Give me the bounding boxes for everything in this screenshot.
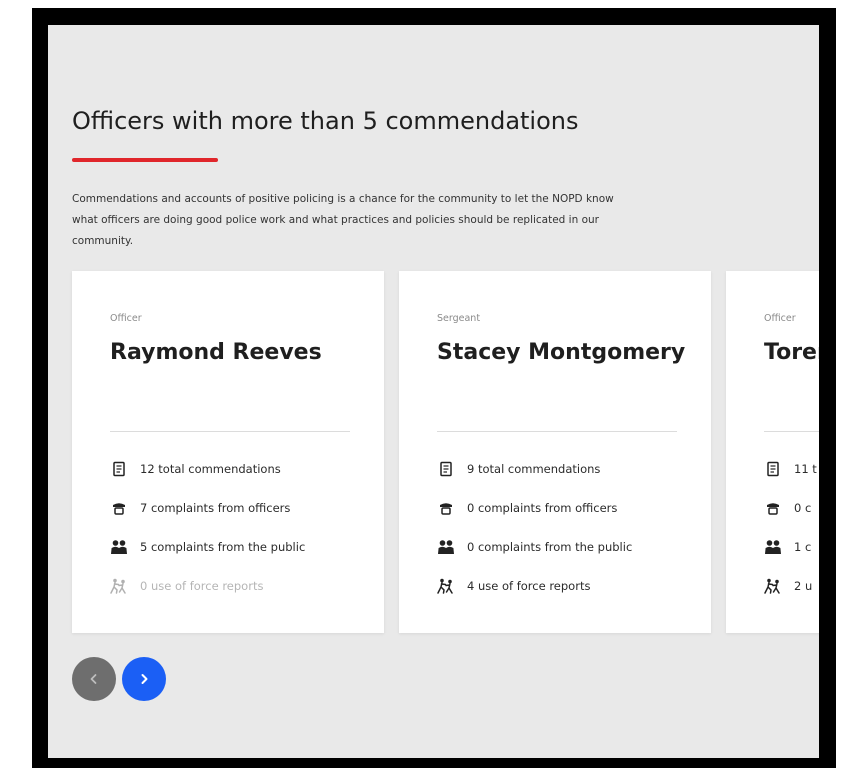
stat-public-complaints-text: 0 complaints from the public	[467, 539, 633, 554]
officer-name[interactable]: Raymond Reeves	[110, 335, 370, 371]
card-divider	[764, 431, 819, 432]
title-underline	[72, 158, 218, 162]
chevron-left-icon	[90, 674, 97, 684]
stat-commendations: 12 total commendations	[110, 449, 305, 488]
stat-force-reports-text: 4 use of force reports	[467, 578, 591, 593]
officer-name[interactable]: Torer	[764, 335, 819, 371]
section-title: Officers with more than 5 commendations	[72, 107, 579, 135]
people-icon	[110, 538, 128, 556]
stat-officer-complaints-text: 0 complaints from officers	[467, 500, 618, 515]
document-icon	[764, 460, 782, 478]
stat-public-complaints-text: 5 complaints from the public	[140, 539, 306, 554]
document-icon	[110, 460, 128, 478]
stat-officer-complaints: 0 c	[764, 488, 817, 527]
stat-public-complaints: 1 c	[764, 527, 817, 566]
use-of-force-icon	[110, 577, 128, 595]
people-icon	[764, 538, 782, 556]
stat-commendations-text: 9 total commendations	[467, 461, 601, 476]
stat-commendations-text: 11 t	[794, 461, 817, 476]
card-divider	[110, 431, 350, 432]
officer-card[interactable]: Sergeant Stacey Montgomery 9 total comme…	[399, 271, 711, 633]
stat-public-complaints: 0 complaints from the public	[437, 527, 632, 566]
officer-cap-icon	[437, 499, 455, 517]
officer-card-carousel: Officer Raymond Reeves 12 total commenda…	[72, 271, 819, 633]
officer-stats: 9 total commendations 0 complaints from …	[437, 449, 632, 605]
stat-commendations: 11 t	[764, 449, 817, 488]
stat-public-complaints-text: 1 c	[794, 539, 812, 554]
officer-cap-icon	[764, 499, 782, 517]
officer-rank: Sergeant	[437, 313, 481, 324]
stat-officer-complaints: 7 complaints from officers	[110, 488, 305, 527]
officer-rank: Officer	[764, 313, 796, 324]
stat-force-reports-text: 2 u	[794, 578, 813, 593]
stat-force-reports-text: 0 use of force reports	[140, 578, 264, 593]
section-description: Commendations and accounts of positive p…	[72, 193, 614, 247]
stat-commendations: 9 total commendations	[437, 449, 632, 488]
stat-force-reports: 0 use of force reports	[110, 566, 305, 605]
stat-officer-complaints-text: 0 c	[794, 500, 812, 515]
people-icon	[437, 538, 455, 556]
officer-card[interactable]: Officer Torer 11 t 0 c 1 c 2 u	[726, 271, 819, 633]
officer-card[interactable]: Officer Raymond Reeves 12 total commenda…	[72, 271, 384, 633]
carousel-next-button[interactable]	[122, 657, 166, 701]
document-icon	[437, 460, 455, 478]
officer-stats: 11 t 0 c 1 c 2 u	[764, 449, 817, 605]
chevron-right-icon	[141, 674, 148, 684]
stat-officer-complaints: 0 complaints from officers	[437, 488, 632, 527]
stat-officer-complaints-text: 7 complaints from officers	[140, 500, 291, 515]
officer-cap-icon	[110, 499, 128, 517]
carousel-prev-button[interactable]	[72, 657, 116, 701]
stat-force-reports: 4 use of force reports	[437, 566, 632, 605]
card-divider	[437, 431, 677, 432]
commendations-section: Officers with more than 5 commendations …	[48, 25, 819, 758]
use-of-force-icon	[437, 577, 455, 595]
stat-commendations-text: 12 total commendations	[140, 461, 281, 476]
officer-rank: Officer	[110, 313, 142, 324]
stat-public-complaints: 5 complaints from the public	[110, 527, 305, 566]
use-of-force-icon	[764, 577, 782, 595]
officer-name[interactable]: Stacey Montgomery	[437, 335, 697, 371]
stat-force-reports: 2 u	[764, 566, 817, 605]
officer-stats: 12 total commendations 7 complaints from…	[110, 449, 305, 605]
